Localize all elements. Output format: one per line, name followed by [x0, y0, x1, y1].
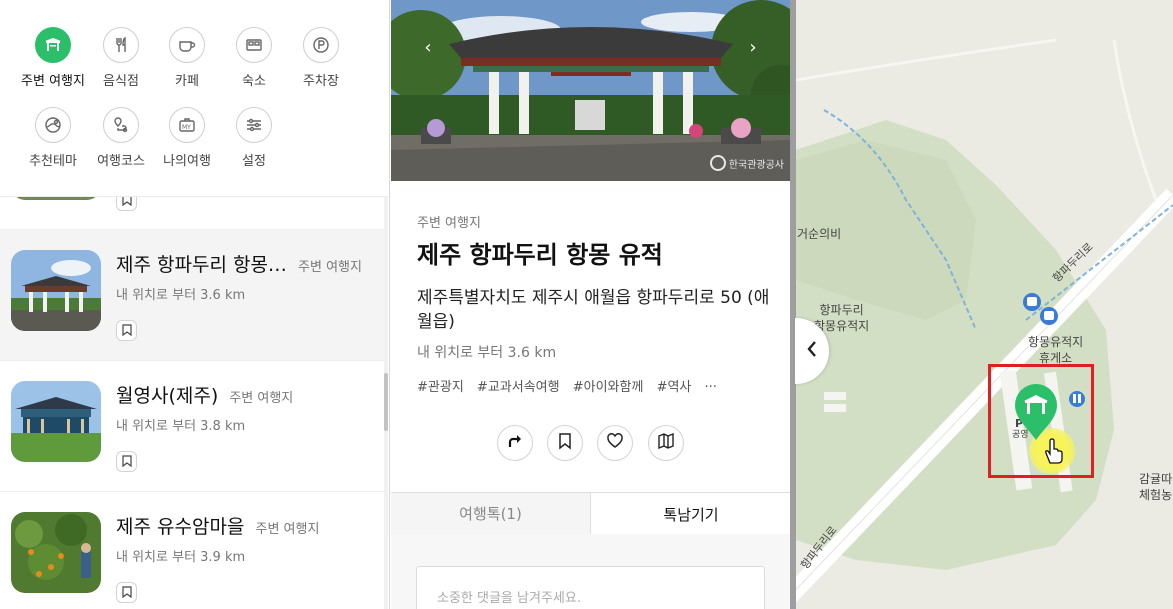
category-parking[interactable]: 주차장 [285, 27, 357, 89]
place-category: 주변 여행지 [229, 391, 294, 406]
list-item[interactable]: 제주 항파두리 항몽… 주변 여행지 내 위치로 부터 3.6 km [0, 230, 385, 361]
next-image-button[interactable]: › [742, 36, 764, 58]
fork-knife-icon [103, 27, 139, 63]
place-list: 제주 항파두리 항몽… 주변 여행지 내 위치로 부터 3.6 km 월영사(제… [0, 99, 388, 609]
list-item[interactable]: 월영사(제주) 주변 여행지 내 위치로 부터 3.8 km [0, 361, 385, 492]
place-title: 제주 항파두리 항몽… [116, 254, 287, 276]
map-panel[interactable]: 거순의비 항파두리 항몽유적지 항몽유적지 휴게소 감귤따 체험농 항파두리로 … [790, 0, 1173, 609]
place-title: 월영사(제주) [116, 385, 219, 407]
list-item[interactable]: 제주 유수암마을 주변 여행지 내 위치로 부터 3.9 km [0, 492, 385, 609]
bus-stop-icon[interactable] [1040, 307, 1058, 325]
category-label: 음식점 [103, 74, 139, 89]
map-label-site: 항파두리 항몽유적지 [814, 303, 870, 333]
category-label: 나의여행 [163, 154, 211, 169]
more-tags-button[interactable]: ··· [705, 380, 717, 395]
folded-map-icon [657, 432, 675, 454]
place-category: 주변 여행지 [255, 522, 320, 537]
category-label: 주차장 [303, 74, 339, 89]
place-thumbnail [11, 381, 101, 462]
detail-panel: ‹ › 한국관광공사 주변 여행지 제주 항파두리 항몽 유적 제주특별자치도 … [391, 0, 790, 609]
category-settings[interactable]: 설정 [218, 107, 290, 169]
place-thumbnail [11, 250, 101, 331]
tab-leave-comment[interactable]: 톡남기기 [591, 493, 790, 535]
image-watermark: 한국관광공사 [709, 155, 784, 171]
tag-link[interactable]: #교과서속여행 [477, 380, 560, 395]
chevron-left-icon [806, 340, 818, 362]
comment-input[interactable]: 소중한 댓글을 남겨주세요. [416, 566, 765, 609]
bookmark-button[interactable] [116, 582, 137, 603]
place-distance: 내 위치로 부터 3.8 km [116, 419, 246, 434]
detail-tabs: 여행톡(1) 톡남기기 [391, 492, 790, 535]
category-label: 카페 [175, 74, 199, 89]
category-label: 여행코스 [97, 154, 145, 169]
place-distance: 내 위치로 부터 3.6 km [116, 288, 246, 303]
left-panel: 주변 여행지 음식점 카페 숙소 주차장 추천테마 여행코스 MY 나의여행 설… [0, 0, 390, 609]
kto-logo-icon [709, 155, 726, 171]
tag-link[interactable]: #아이와함께 [573, 380, 644, 395]
category-label: 주변 여행지 [21, 74, 85, 89]
hero-image: ‹ › 한국관광공사 [391, 0, 790, 181]
category-cafe[interactable]: 카페 [151, 27, 223, 89]
place-title: 제주 유수암마을 [116, 516, 245, 538]
category-course[interactable]: 여행코스 [85, 107, 157, 169]
svg-text:MY: MY [182, 124, 191, 131]
theme-icon [35, 107, 71, 143]
prev-image-button[interactable]: ‹ [417, 36, 439, 58]
map-view-button[interactable] [648, 425, 684, 461]
detail-title: 제주 항파두리 항몽 유적 [417, 241, 663, 269]
like-button[interactable] [597, 425, 633, 461]
map-label-rest-area: 항몽유적지 휴게소 [1028, 335, 1084, 365]
comment-area: 소중한 댓글을 남겨주세요. [391, 534, 790, 609]
detail-category: 주변 여행지 [417, 216, 481, 231]
watermark-text: 한국관광공사 [728, 159, 784, 171]
heart-icon [606, 432, 624, 454]
bed-icon [236, 27, 272, 63]
category-grid: 주변 여행지 음식점 카페 숙소 주차장 추천테마 여행코스 MY 나의여행 설… [0, 0, 388, 197]
category-label: 추천테마 [29, 154, 77, 169]
bookmark-button[interactable] [116, 320, 137, 341]
category-nearby-attractions[interactable]: 주변 여행지 [17, 27, 89, 89]
coffee-cup-icon [169, 27, 205, 63]
category-label: 숙소 [242, 74, 266, 89]
bookmark-icon [121, 452, 132, 471]
map-label-geosun: 거순의비 [797, 227, 842, 241]
detail-address: 제주특별자치도 제주시 애월읍 항파두리로 50 (애월읍) [417, 288, 770, 332]
category-label: 설정 [242, 154, 266, 169]
bus-stop-icon[interactable] [1023, 293, 1041, 311]
place-distance: 내 위치로 부터 3.9 km [116, 550, 246, 565]
map-label-farm: 감귤따 체험농 [1139, 472, 1173, 502]
hand-cursor-icon [1043, 437, 1065, 469]
map-location-marker[interactable] [1013, 383, 1059, 441]
my-trip-icon: MY [169, 107, 205, 143]
tag-list: #관광지 #교과서속여행 #아이와함께 #역사 ··· [417, 376, 726, 395]
tag-link[interactable]: #관광지 [417, 380, 464, 395]
directions-arrow-icon [506, 432, 524, 454]
tab-travel-talk[interactable]: 여행톡(1) [391, 493, 591, 535]
chevron-right-icon: › [749, 36, 757, 58]
category-lodging[interactable]: 숙소 [218, 27, 290, 89]
category-my-trip[interactable]: MY 나의여행 [151, 107, 223, 169]
parking-icon [303, 27, 339, 63]
route-icon [103, 107, 139, 143]
detail-distance: 내 위치로 부터 3.6 km [417, 345, 557, 361]
bookmark-icon [556, 432, 574, 454]
bookmark-icon [121, 583, 132, 602]
place-category: 주변 여행지 [298, 260, 362, 275]
place-thumbnail [11, 512, 101, 593]
gate-icon [35, 27, 71, 63]
list-scrollbar-thumb[interactable] [384, 373, 388, 431]
bookmark-button[interactable] [116, 451, 137, 472]
bookmark-icon [121, 321, 132, 340]
bookmark-button[interactable] [547, 425, 583, 461]
category-restaurant[interactable]: 음식점 [85, 27, 157, 89]
tag-link[interactable]: #역사 [657, 380, 692, 395]
category-theme[interactable]: 추천테마 [17, 107, 89, 169]
settings-sliders-icon [236, 107, 272, 143]
chevron-left-icon: ‹ [424, 36, 432, 58]
directions-button[interactable] [497, 425, 533, 461]
